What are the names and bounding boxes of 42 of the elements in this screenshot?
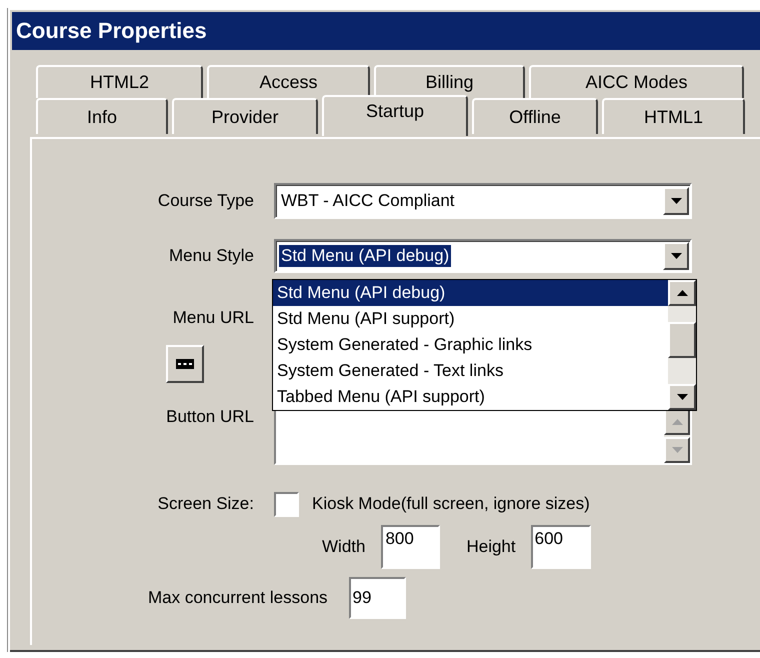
checkbox-label: Kiosk Mode(full screen, ignore sizes) xyxy=(312,494,590,514)
down-arrow-icon xyxy=(670,253,682,259)
field-label: Width xyxy=(322,537,366,557)
list-option[interactable]: Std Menu (API support) xyxy=(273,306,668,332)
dropdown-field[interactable]: Std Menu (API debug) xyxy=(274,239,692,273)
list-option[interactable]: System Generated - Text links xyxy=(273,358,668,384)
input-field[interactable]: 800 xyxy=(381,525,440,569)
down-arrow-icon xyxy=(672,447,682,453)
tab[interactable]: Offline xyxy=(472,98,598,134)
tab[interactable]: HTML1 xyxy=(602,98,745,134)
browse-button[interactable] xyxy=(166,345,204,383)
tab[interactable]: Provider xyxy=(172,98,318,134)
field-label: Button URL xyxy=(165,407,254,427)
tab[interactable]: Info xyxy=(36,98,168,134)
tab[interactable]: HTML2 xyxy=(36,65,203,98)
up-arrow-icon xyxy=(676,290,688,296)
checkbox[interactable] xyxy=(274,492,299,516)
field-label: Height xyxy=(466,537,516,557)
input-field[interactable]: 99 xyxy=(348,577,406,619)
dropdown-arrow-button[interactable] xyxy=(663,242,689,270)
dropdown-arrow-button[interactable] xyxy=(663,187,689,215)
up-arrow-icon xyxy=(672,419,682,425)
field-label: Course Type xyxy=(156,191,254,211)
input-field[interactable]: 600 xyxy=(530,525,591,569)
field-label: Screen Size: xyxy=(156,494,254,514)
list-option[interactable]: Std Menu (API debug) xyxy=(273,280,668,306)
list-option[interactable]: System Generated - Graphic links xyxy=(273,332,668,358)
window-title: Course Properties xyxy=(15,18,207,44)
scrollbar[interactable] xyxy=(668,280,696,410)
down-arrow-icon xyxy=(676,394,688,400)
dash-icon xyxy=(176,359,194,369)
field-label: Menu URL xyxy=(172,308,254,328)
list-option[interactable]: Tabbed Menu (API support) xyxy=(273,384,668,410)
tab[interactable]: Startup xyxy=(322,95,468,136)
tab[interactable]: AICC Modes xyxy=(529,65,744,98)
field-label: Menu Style xyxy=(168,246,254,266)
field-label: Max concurrent lessons xyxy=(148,588,328,608)
tab[interactable]: Access xyxy=(207,65,370,98)
dropdown-field[interactable]: WBT - AICC Compliant xyxy=(274,183,692,219)
scrollbar[interactable] xyxy=(664,409,690,463)
tab[interactable]: Billing xyxy=(374,65,525,98)
down-arrow-icon xyxy=(670,198,682,204)
